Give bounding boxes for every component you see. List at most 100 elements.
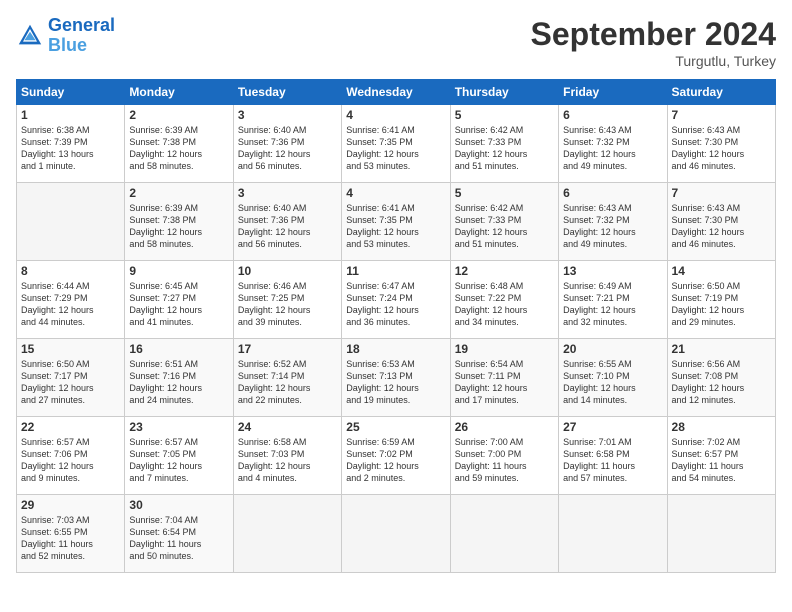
table-row: 3 Sunrise: 6:40 AM Sunset: 7:36 PM Daylig… <box>233 105 341 183</box>
day-info: Sunrise: 6:46 AM Sunset: 7:25 PM Dayligh… <box>238 280 337 329</box>
day-number: 18 <box>346 342 445 356</box>
th-friday: Friday <box>559 80 667 105</box>
table-row: 7Sunrise: 6:43 AM Sunset: 7:30 PM Daylig… <box>667 105 775 183</box>
table-row: 5 Sunrise: 6:42 AM Sunset: 7:33 PM Daylig… <box>450 183 558 261</box>
table-row: 9Sunrise: 6:45 AM Sunset: 7:27 PM Daylig… <box>125 261 233 339</box>
day-info: Sunrise: 6:39 AM Sunset: 7:38 PM Dayligh… <box>129 124 228 173</box>
calendar-table: Sunday Monday Tuesday Wednesday Thursday… <box>16 79 776 573</box>
th-saturday: Saturday <box>667 80 775 105</box>
day-info: Sunrise: 6:39 AM Sunset: 7:38 PM Dayligh… <box>129 202 228 251</box>
table-row: 6Sunrise: 6:43 AM Sunset: 7:32 PM Daylig… <box>559 105 667 183</box>
day-info: Sunrise: 7:01 AM Sunset: 6:58 PM Dayligh… <box>563 436 662 485</box>
table-row: 11 Sunrise: 6:47 AM Sunset: 7:24 PM Dayli… <box>342 261 450 339</box>
day-info: Sunrise: 7:04 AM Sunset: 6:54 PM Dayligh… <box>129 514 228 563</box>
day-number: 11 <box>346 264 445 278</box>
table-row <box>450 495 558 573</box>
day-info: Sunrise: 6:40 AM Sunset: 7:36 PM Dayligh… <box>238 124 337 173</box>
th-thursday: Thursday <box>450 80 558 105</box>
table-row <box>17 183 125 261</box>
day-info: Sunrise: 6:58 AM Sunset: 7:03 PM Dayligh… <box>238 436 337 485</box>
day-info: Sunrise: 6:43 AM Sunset: 7:30 PM Dayligh… <box>672 202 771 251</box>
day-number: 8 <box>21 264 120 278</box>
month-title: September 2024 <box>531 16 776 53</box>
day-number: 5 <box>455 108 554 122</box>
logo-icon <box>16 22 44 50</box>
day-number: 28 <box>672 420 771 434</box>
table-row: 17Sunrise: 6:52 AM Sunset: 7:14 PM Dayli… <box>233 339 341 417</box>
th-tuesday: Tuesday <box>233 80 341 105</box>
table-row: 10 Sunrise: 6:46 AM Sunset: 7:25 PM Dayli… <box>233 261 341 339</box>
day-info: Sunrise: 6:43 AM Sunset: 7:32 PM Dayligh… <box>563 124 662 173</box>
day-number: 2 <box>129 186 228 200</box>
header-row: Sunday Monday Tuesday Wednesday Thursday… <box>17 80 776 105</box>
day-number: 27 <box>563 420 662 434</box>
table-row: 4Sunrise: 6:41 AM Sunset: 7:35 PM Daylig… <box>342 183 450 261</box>
day-info: Sunrise: 6:43 AM Sunset: 7:30 PM Dayligh… <box>672 124 771 173</box>
table-row: 28 Sunrise: 7:02 AM Sunset: 6:57 PM Dayli… <box>667 417 775 495</box>
day-info: Sunrise: 6:40 AM Sunset: 7:36 PM Dayligh… <box>238 202 337 251</box>
table-row <box>667 495 775 573</box>
table-row: 12Sunrise: 6:48 AM Sunset: 7:22 PM Dayli… <box>450 261 558 339</box>
table-row: 20Sunrise: 6:55 AM Sunset: 7:10 PM Dayli… <box>559 339 667 417</box>
day-number: 10 <box>238 264 337 278</box>
day-info: Sunrise: 6:41 AM Sunset: 7:35 PM Dayligh… <box>346 124 445 173</box>
day-number: 29 <box>21 498 120 512</box>
day-info: Sunrise: 7:00 AM Sunset: 7:00 PM Dayligh… <box>455 436 554 485</box>
table-row: 7 Sunrise: 6:43 AM Sunset: 7:30 PM Daylig… <box>667 183 775 261</box>
table-row: 29 Sunrise: 7:03 AM Sunset: 6:55 PM Dayli… <box>17 495 125 573</box>
header: General Blue September 2024 Turgutlu, Tu… <box>16 16 776 69</box>
page: General Blue September 2024 Turgutlu, Tu… <box>0 0 792 583</box>
day-info: Sunrise: 6:50 AM Sunset: 7:17 PM Dayligh… <box>21 358 120 407</box>
day-number: 3 <box>238 186 337 200</box>
day-info: Sunrise: 6:55 AM Sunset: 7:10 PM Dayligh… <box>563 358 662 407</box>
day-info: Sunrise: 6:57 AM Sunset: 7:06 PM Dayligh… <box>21 436 120 485</box>
table-row: 16Sunrise: 6:51 AM Sunset: 7:16 PM Dayli… <box>125 339 233 417</box>
day-number: 6 <box>563 186 662 200</box>
day-number: 26 <box>455 420 554 434</box>
th-sunday: Sunday <box>17 80 125 105</box>
day-info: Sunrise: 6:42 AM Sunset: 7:33 PM Dayligh… <box>455 124 554 173</box>
table-row: 13Sunrise: 6:49 AM Sunset: 7:21 PM Dayli… <box>559 261 667 339</box>
day-number: 13 <box>563 264 662 278</box>
table-row <box>559 495 667 573</box>
day-info: Sunrise: 7:03 AM Sunset: 6:55 PM Dayligh… <box>21 514 120 563</box>
th-wednesday: Wednesday <box>342 80 450 105</box>
day-number: 30 <box>129 498 228 512</box>
table-row: 19Sunrise: 6:54 AM Sunset: 7:11 PM Dayli… <box>450 339 558 417</box>
day-info: Sunrise: 6:41 AM Sunset: 7:35 PM Dayligh… <box>346 202 445 251</box>
table-row: 23Sunrise: 6:57 AM Sunset: 7:05 PM Dayli… <box>125 417 233 495</box>
title-section: September 2024 Turgutlu, Turkey <box>531 16 776 69</box>
day-number: 17 <box>238 342 337 356</box>
table-row: 5 Sunrise: 6:42 AM Sunset: 7:33 PM Daylig… <box>450 105 558 183</box>
day-number: 5 <box>455 186 554 200</box>
day-number: 22 <box>21 420 120 434</box>
th-monday: Monday <box>125 80 233 105</box>
day-number: 7 <box>672 186 771 200</box>
day-info: Sunrise: 6:53 AM Sunset: 7:13 PM Dayligh… <box>346 358 445 407</box>
table-row: 24 Sunrise: 6:58 AM Sunset: 7:03 PM Dayli… <box>233 417 341 495</box>
table-row: 15Sunrise: 6:50 AM Sunset: 7:17 PM Dayli… <box>17 339 125 417</box>
day-number: 4 <box>346 108 445 122</box>
day-info: Sunrise: 6:59 AM Sunset: 7:02 PM Dayligh… <box>346 436 445 485</box>
day-info: Sunrise: 6:45 AM Sunset: 7:27 PM Dayligh… <box>129 280 228 329</box>
day-number: 3 <box>238 108 337 122</box>
day-number: 23 <box>129 420 228 434</box>
day-info: Sunrise: 6:50 AM Sunset: 7:19 PM Dayligh… <box>672 280 771 329</box>
day-info: Sunrise: 6:43 AM Sunset: 7:32 PM Dayligh… <box>563 202 662 251</box>
day-number: 1 <box>21 108 120 122</box>
day-info: Sunrise: 6:51 AM Sunset: 7:16 PM Dayligh… <box>129 358 228 407</box>
table-row: 25Sunrise: 6:59 AM Sunset: 7:02 PM Dayli… <box>342 417 450 495</box>
logo-text: General Blue <box>48 16 115 56</box>
day-number: 14 <box>672 264 771 278</box>
table-row: 18 Sunrise: 6:53 AM Sunset: 7:13 PM Dayli… <box>342 339 450 417</box>
day-info: Sunrise: 7:02 AM Sunset: 6:57 PM Dayligh… <box>672 436 771 485</box>
day-number: 24 <box>238 420 337 434</box>
table-row <box>233 495 341 573</box>
logo: General Blue <box>16 16 115 56</box>
day-number: 21 <box>672 342 771 356</box>
day-info: Sunrise: 6:47 AM Sunset: 7:24 PM Dayligh… <box>346 280 445 329</box>
table-row: 21Sunrise: 6:56 AM Sunset: 7:08 PM Dayli… <box>667 339 775 417</box>
table-row: 8Sunrise: 6:44 AM Sunset: 7:29 PM Daylig… <box>17 261 125 339</box>
table-row: 26 Sunrise: 7:00 AM Sunset: 7:00 PM Dayli… <box>450 417 558 495</box>
day-info: Sunrise: 6:42 AM Sunset: 7:33 PM Dayligh… <box>455 202 554 251</box>
